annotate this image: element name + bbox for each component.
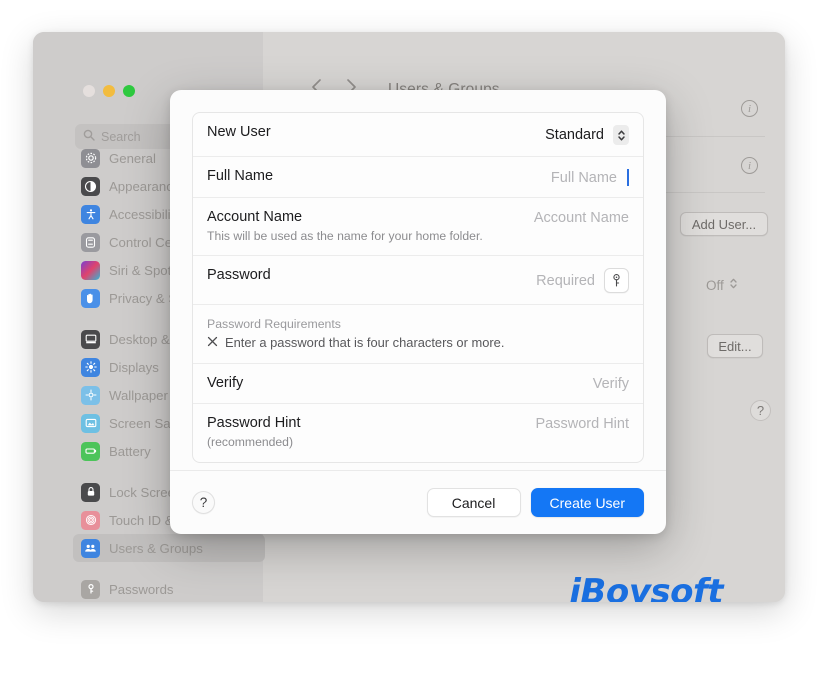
off-popup-button[interactable]: Off — [706, 277, 738, 293]
row-password-hint: Password Hint (recommended) Password Hin… — [193, 404, 643, 461]
zoom-button-icon[interactable] — [123, 85, 135, 97]
row-account-name: Account Name This will be used as the na… — [193, 198, 643, 257]
verify-input[interactable]: Verify — [593, 376, 629, 392]
search-placeholder: Search — [101, 129, 141, 144]
passwords-key-icon — [81, 579, 100, 599]
text-caret — [627, 169, 629, 186]
privacy-icon — [81, 288, 100, 308]
new-user-dialog: New User Standard Full Name Full Name Ac… — [170, 90, 666, 534]
sidebar-item-users-groups[interactable]: Users & Groups — [73, 534, 265, 562]
sidebar-item-label: Battery — [109, 443, 151, 459]
sidebar-item-label: Wallpaper — [109, 387, 168, 403]
touch-id-icon — [81, 510, 100, 530]
row-new-user: New User Standard — [193, 113, 643, 157]
password-label: Password — [207, 267, 271, 284]
dialog-body: New User Standard Full Name Full Name Ac… — [170, 90, 666, 470]
new-user-form: New User Standard Full Name Full Name Ac… — [192, 112, 644, 463]
dialog-footer: ? Cancel Create User — [170, 470, 666, 534]
password-requirement-item: Enter a password that is four characters… — [207, 335, 629, 350]
chevron-updown-icon[interactable] — [613, 125, 629, 145]
full-name-label: Full Name — [207, 168, 274, 184]
row-verify: Verify Verify — [193, 364, 643, 405]
sidebar-item-label: Displays — [109, 359, 159, 375]
gear-icon — [81, 148, 100, 168]
sidebar-item-label: Passwords — [109, 581, 174, 597]
account-name-sublabel: This will be used as the name for your h… — [207, 229, 483, 243]
row-password: Password Required — [193, 256, 643, 306]
x-mark-icon — [207, 335, 218, 350]
lock-screen-icon — [81, 482, 100, 502]
screen-saver-icon — [81, 413, 100, 433]
info-icon[interactable]: i — [741, 157, 758, 174]
desktop-dock-icon — [81, 329, 100, 349]
add-user-button[interactable]: Add User... — [680, 212, 768, 236]
verify-label: Verify — [207, 375, 244, 392]
create-user-button[interactable]: Create User — [530, 488, 644, 517]
password-requirements: Password Requirements Enter a password t… — [193, 305, 643, 365]
close-button-icon[interactable] — [83, 85, 95, 97]
dialog-help-button[interactable]: ? — [192, 491, 215, 514]
sidebar-item-label: Users & Groups — [109, 540, 203, 556]
battery-icon — [81, 441, 100, 461]
password-hint-input[interactable]: Password Hint — [536, 416, 629, 432]
displays-icon — [81, 357, 100, 377]
appearance-icon — [81, 176, 100, 196]
password-hint-label: Password Hint — [207, 415, 301, 432]
accessibility-icon — [81, 204, 100, 224]
new-user-label: New User — [207, 124, 271, 140]
account-type-value[interactable]: Standard — [545, 127, 604, 143]
password-hint-sublabel: (recommended) — [207, 435, 294, 450]
cancel-button[interactable]: Cancel — [426, 488, 521, 517]
control-center-icon — [81, 232, 100, 252]
sidebar-divider — [73, 562, 265, 575]
password-requirements-title: Password Requirements — [207, 317, 341, 332]
edit-button[interactable]: Edit... — [707, 334, 763, 358]
minimize-button-icon[interactable] — [103, 85, 115, 97]
info-icon[interactable]: i — [741, 100, 758, 117]
users-groups-icon — [81, 538, 100, 558]
watermark-logo: iBoysoft — [569, 572, 723, 602]
row-full-name: Full Name Full Name — [193, 157, 643, 198]
screen: Users & Groups Search General Appearance — [0, 0, 829, 675]
off-popup-value: Off — [706, 277, 724, 293]
key-icon[interactable] — [604, 268, 629, 294]
sidebar-item-label: General — [109, 150, 156, 166]
siri-icon — [81, 260, 100, 280]
wallpaper-icon — [81, 385, 100, 405]
search-icon — [83, 128, 95, 146]
password-requirement-text: Enter a password that is four characters… — [225, 335, 505, 351]
full-name-input[interactable]: Full Name — [551, 170, 617, 186]
window-traffic-lights[interactable] — [83, 85, 135, 97]
password-input[interactable]: Required — [536, 273, 595, 289]
account-name-label: Account Name — [207, 209, 303, 225]
help-button[interactable]: ? — [750, 400, 771, 421]
chevron-updown-icon — [729, 277, 738, 293]
account-name-input[interactable]: Account Name — [534, 210, 629, 226]
sidebar-item-passwords[interactable]: Passwords — [73, 575, 265, 602]
